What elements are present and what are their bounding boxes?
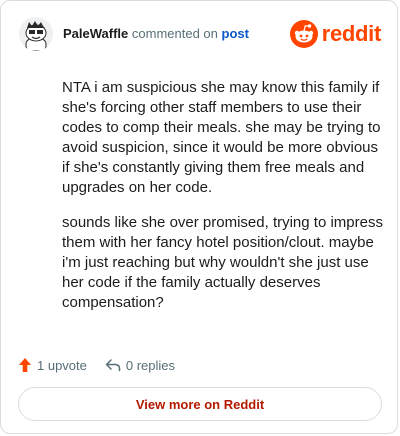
action-text: commented on	[131, 26, 218, 41]
comment-body: NTA i am suspicious she may know this fa…	[62, 78, 384, 328]
snoo-avatar-icon	[19, 17, 53, 51]
upvote-button[interactable]: 1 upvote	[18, 357, 87, 373]
view-more-button[interactable]: View more on Reddit	[18, 387, 382, 421]
post-link[interactable]: post	[222, 26, 249, 41]
replies-count: 0 replies	[125, 357, 176, 373]
user-avatar[interactable]	[19, 17, 53, 51]
reddit-brand[interactable]: reddit	[289, 20, 382, 48]
upvote-count: 1 upvote	[37, 357, 87, 373]
upvote-arrow-icon	[19, 358, 31, 372]
reddit-logo-icon	[289, 20, 318, 48]
author-name[interactable]: PaleWaffle	[63, 26, 128, 41]
comment-meta: PaleWaffle commented on post	[63, 26, 249, 41]
comment-actions: 1 upvote 0 replies	[18, 355, 193, 375]
reddit-wordmark: reddit	[321, 21, 382, 46]
comment-paragraph: sounds like she over promised, trying to…	[62, 214, 383, 311]
comment-paragraph: NTA i am suspicious she may know this fa…	[62, 79, 381, 196]
reply-arrow-icon	[105, 359, 121, 372]
embedded-comment-card: PaleWaffle commented on post reddit NTA …	[0, 0, 398, 434]
comment-header: PaleWaffle commented on post reddit	[19, 17, 381, 51]
replies-button[interactable]: 0 replies	[105, 358, 175, 373]
